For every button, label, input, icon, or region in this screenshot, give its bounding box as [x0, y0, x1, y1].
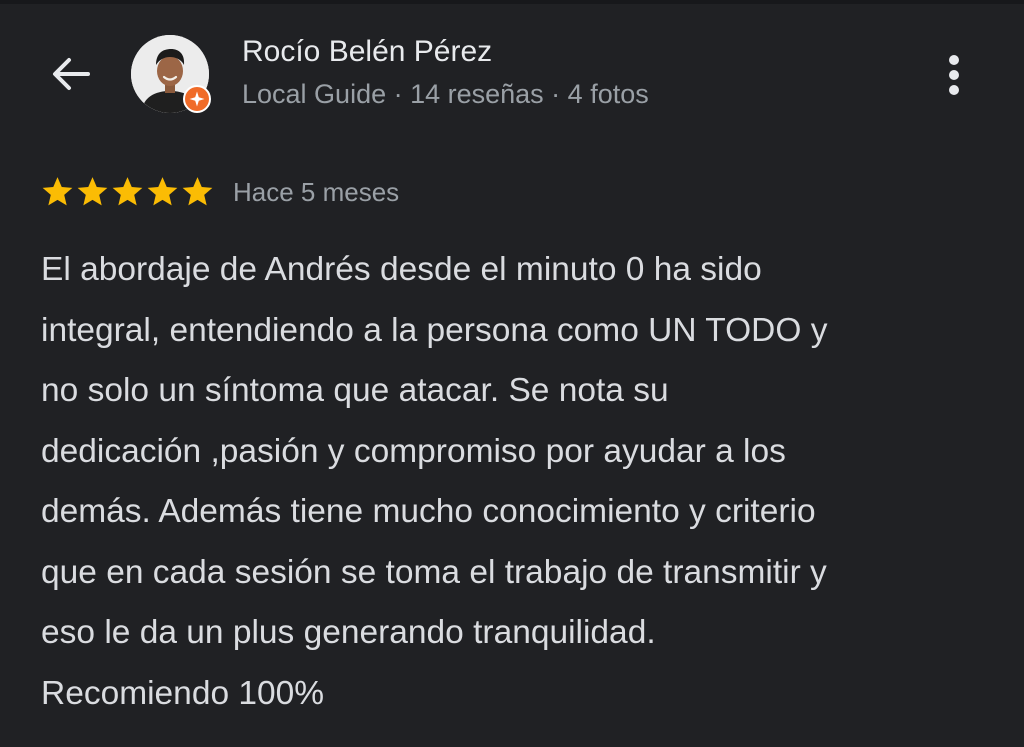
local-guide-badge-icon	[183, 85, 211, 113]
review-text-line: El abordaje de Andrés desde el minuto 0 …	[41, 251, 762, 288]
review-text-line: eso le da un plus generando tranquilidad…	[41, 614, 656, 651]
star-icon	[147, 177, 178, 206]
review-text-line: dedicación ,pasión y compromiso por ayud…	[41, 432, 786, 470]
more-vert-icon	[949, 55, 959, 95]
star-icon	[42, 177, 73, 206]
review-text-line: integral, entendiendo a la persona como …	[41, 311, 828, 349]
author-name[interactable]: Rocío Belén Pérez	[242, 33, 492, 71]
back-button[interactable]	[44, 50, 96, 98]
star-icon	[77, 177, 108, 206]
star-icon	[182, 177, 213, 206]
review-date: Hace 5 meses	[233, 177, 400, 207]
review-text-line: que en cada sesión se toma el trabajo de…	[41, 553, 827, 591]
arrow-back-icon	[53, 58, 90, 90]
review-text: El abordaje de Andrés desde el minuto 0 …	[41, 240, 1001, 724]
star-rating	[40, 174, 215, 210]
top-edge	[0, 0, 1024, 4]
review-text-line: Recomiendo 100%	[41, 674, 325, 712]
review-text-line: no solo un síntoma que atacar. Se nota s…	[41, 372, 669, 409]
author-avatar[interactable]	[131, 35, 211, 115]
star-icon	[112, 177, 143, 206]
review-text-line: demás. Además tiene mucho conocimiento y…	[41, 493, 816, 530]
author-meta[interactable]: Local Guide · 14 reseñas · 4 fotos	[242, 76, 649, 112]
more-options-button[interactable]	[932, 48, 976, 102]
